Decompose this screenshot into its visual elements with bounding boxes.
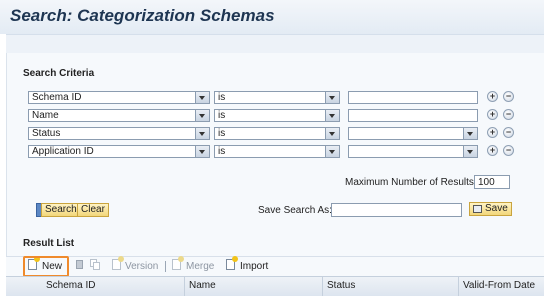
- result-table-header: Schema ID Name Status Valid-From Date: [6, 276, 544, 296]
- operator-select[interactable]: is: [214, 145, 340, 158]
- field-select[interactable]: Status: [28, 127, 210, 140]
- plus-circle-icon[interactable]: +: [487, 91, 498, 102]
- minus-circle-icon[interactable]: −: [503, 91, 514, 102]
- result-toolbar: New Version Merge Import: [6, 256, 544, 276]
- max-results-input[interactable]: 100: [474, 175, 510, 189]
- clear-button[interactable]: Clear: [77, 203, 109, 217]
- plus-circle-icon[interactable]: +: [487, 127, 498, 138]
- version-button[interactable]: Version: [125, 261, 158, 273]
- field-select[interactable]: Name: [28, 109, 210, 122]
- minus-circle-icon[interactable]: −: [503, 145, 514, 156]
- search-button[interactable]: Search: [41, 203, 81, 217]
- result-list-title: Result List: [23, 238, 75, 249]
- version-document-icon: [112, 256, 124, 270]
- page-title: Search: Categorization Schemas: [10, 6, 275, 25]
- header-band: [6, 34, 544, 54]
- chevron-down-icon[interactable]: [195, 128, 209, 139]
- chevron-down-icon[interactable]: [195, 110, 209, 121]
- chevron-down-icon[interactable]: [325, 110, 339, 121]
- minus-circle-icon[interactable]: −: [503, 127, 514, 138]
- max-results-label: Maximum Number of Results:: [345, 177, 477, 188]
- column-header-status[interactable]: Status: [322, 277, 458, 296]
- column-header-valid-from-date[interactable]: Valid-From Date: [458, 277, 544, 296]
- save-search-label: Save Search As:: [258, 205, 332, 216]
- merge-button[interactable]: Merge: [186, 261, 214, 273]
- plus-circle-icon[interactable]: +: [487, 109, 498, 120]
- trash-icon[interactable]: [76, 260, 83, 269]
- chevron-down-icon[interactable]: [463, 128, 477, 139]
- import-button[interactable]: Import: [240, 261, 268, 273]
- field-select[interactable]: Schema ID: [28, 91, 210, 104]
- field-select[interactable]: Application ID: [28, 145, 210, 158]
- title-bar: Search: Categorization Schemas: [0, 0, 544, 34]
- value-select[interactable]: [348, 127, 478, 140]
- chevron-down-icon[interactable]: [325, 128, 339, 139]
- value-input[interactable]: [348, 109, 478, 122]
- chevron-down-icon[interactable]: [325, 92, 339, 103]
- minus-circle-icon[interactable]: −: [503, 109, 514, 120]
- chevron-down-icon[interactable]: [463, 146, 477, 157]
- merge-document-icon: [172, 256, 184, 270]
- toolbar-separator: [165, 261, 166, 272]
- operator-select[interactable]: is: [214, 91, 340, 104]
- floppy-icon: [473, 205, 482, 213]
- save-search-input[interactable]: [331, 203, 462, 217]
- chevron-down-icon[interactable]: [325, 146, 339, 157]
- save-button[interactable]: Save: [469, 202, 512, 216]
- copy-icon[interactable]: [90, 259, 100, 270]
- import-document-icon: [226, 256, 238, 270]
- value-select[interactable]: [348, 145, 478, 158]
- chevron-down-icon[interactable]: [195, 92, 209, 103]
- save-button-label: Save: [485, 203, 508, 214]
- operator-select[interactable]: is: [214, 127, 340, 140]
- search-criteria-title: Search Criteria: [23, 68, 95, 79]
- operator-select[interactable]: is: [214, 109, 340, 122]
- plus-circle-icon[interactable]: +: [487, 145, 498, 156]
- column-header-schema-id[interactable]: Schema ID: [24, 277, 184, 296]
- new-button-highlight: [23, 256, 69, 277]
- chevron-down-icon[interactable]: [195, 146, 209, 157]
- column-header-name[interactable]: Name: [184, 277, 322, 296]
- value-input[interactable]: [348, 91, 478, 104]
